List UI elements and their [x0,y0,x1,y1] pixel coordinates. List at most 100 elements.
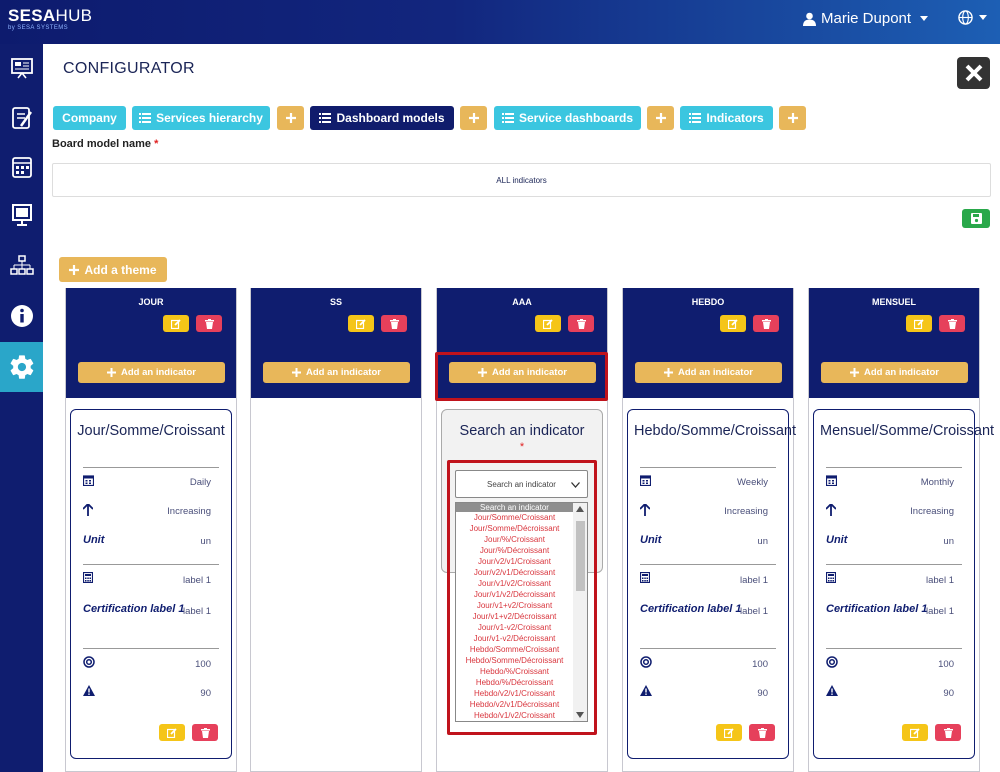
dropdown-option[interactable]: Hebdo/%/Croissant [456,666,573,677]
dropdown-option[interactable]: Jour/%/Croissant [456,534,573,545]
edit-theme-button[interactable] [720,315,746,332]
edit-theme-button[interactable] [906,315,932,332]
divider [640,467,776,468]
sidebar-item-hierarchy[interactable] [0,244,43,288]
add-theme-button[interactable]: Add a theme [59,257,167,282]
dropdown-option[interactable]: Jour/v2/v1/Croissant [456,556,573,567]
search-indicator-title: Search an indicator [459,423,585,439]
sidebar-item-projector[interactable] [0,193,43,237]
theme-header: SS Add an indicator [251,288,421,398]
tab-services-hierarchy-label: Services hierarchy [156,111,263,125]
search-indicator-placeholder: Search an indicator [487,479,556,489]
scroll-down-arrow-icon[interactable] [576,712,584,718]
unit-value: un [943,536,954,547]
unit-label: Unit [826,534,848,546]
search-indicator-select[interactable]: Search an indicator [455,470,588,498]
tab-dashboard-models[interactable]: Dashboard models [310,106,454,130]
add-indicator-button[interactable]: Add an indicator [263,362,410,383]
dropdown-option[interactable]: Jour/Somme/Croissant [456,512,573,523]
plus-icon [850,368,860,377]
dropdown-option[interactable]: Hebdo/Somme/Croissant [456,644,573,655]
delete-indicator-button[interactable] [935,724,961,741]
sesahub-logo[interactable]: SESAHUB by SESA SYSTEMS [8,7,92,31]
tab-company[interactable]: Company [53,106,126,130]
delete-theme-button[interactable] [753,315,779,332]
add-indicator-tab-button[interactable] [779,106,806,130]
add-dashboard-model-button[interactable] [460,106,487,130]
alert-value: 90 [757,688,768,699]
dropdown-option[interactable]: Jour/Somme/Décroissant [456,523,573,534]
dropdown-option[interactable]: Hebdo/v2/v1/Croissant [456,688,573,699]
dropdown-option[interactable]: Hebdo/v2/v1/Décroissant [456,699,573,710]
tab-company-label: Company [62,111,117,125]
certification-label: Certification label 1 [83,603,185,615]
dropdown-scrollbar[interactable] [573,503,587,721]
globe-icon [958,10,973,25]
dropdown-option[interactable]: Hebdo/%/Décroissant [456,677,573,688]
tab-services-hierarchy[interactable]: Services hierarchy [132,106,270,130]
scrollbar-thumb[interactable] [576,521,585,591]
tab-indicators[interactable]: Indicators [680,106,773,130]
sidebar-item-calendar[interactable] [0,145,43,189]
dropdown-option[interactable]: Hebdo/Somme/Décroissant [456,655,573,666]
edit-theme-button[interactable] [535,315,561,332]
scroll-up-arrow-icon[interactable] [576,506,584,512]
user-menu[interactable]: Marie Dupont [803,10,929,27]
edit-indicator-button[interactable] [902,724,928,741]
edit-theme-button[interactable] [163,315,189,332]
dropdown-option[interactable]: Jour/v1+v2/Décroissant [456,611,573,622]
dropdown-option[interactable]: Jour/v2/v1/Décroissant [456,567,573,578]
edit-indicator-button[interactable] [716,724,742,741]
add-indicator-button[interactable]: Add an indicator [635,362,782,383]
delete-theme-button[interactable] [196,315,222,332]
add-indicator-button[interactable]: Add an indicator [78,362,225,383]
highlight-add-indicator [435,352,608,401]
indicator-card: Hebdo/Somme/Croissant Weekly Increasing … [627,409,796,759]
list-icon [139,113,152,123]
theme-title: MENSUEL [871,297,916,307]
tab-service-dashboards[interactable]: Service dashboards [494,106,641,130]
dropdown-option[interactable]: Jour/v1/v2/Croissant [456,578,573,589]
list-icon [501,113,514,123]
board-model-name-input[interactable]: ALL indicators [52,163,991,197]
sidebar-item-info[interactable] [0,294,43,338]
label-value: label 1 [183,575,211,586]
page-title: CONFIGURATOR [63,60,195,77]
dropdown-option[interactable]: Jour/v1+v2/Croissant [456,600,573,611]
certification-label: Certification label 1 [826,603,928,615]
save-button[interactable] [962,209,990,228]
warning-icon [83,685,95,699]
dropdown-option[interactable]: Hebdo/v1/v2/Croissant [456,710,573,721]
delete-theme-button[interactable] [939,315,965,332]
dropdown-option[interactable]: Jour/v1-v2/Décroissant [456,633,573,644]
logo-text-bold: SESA [8,6,56,25]
add-service-dashboard-button[interactable] [647,106,674,130]
edit-icon [728,318,738,329]
dropdown-option[interactable]: Jour/v1-v2/Croissant [456,622,573,633]
delete-indicator-button[interactable] [749,724,775,741]
delete-theme-button[interactable] [568,315,594,332]
user-icon [803,12,816,26]
delete-theme-button[interactable] [381,315,407,332]
dropdown-option[interactable]: Search an indicator [456,503,573,512]
calculator-icon [825,571,837,586]
dropdown-option[interactable]: Jour/v1/v2/Décroissant [456,589,573,600]
close-button[interactable] [957,57,990,89]
arrow-up-icon [82,503,94,519]
sidebar-item-checklist[interactable] [0,96,43,140]
frequency-value: Weekly [737,477,768,488]
edit-indicator-button[interactable] [159,724,185,741]
language-menu[interactable] [958,10,987,25]
dropdown-option[interactable]: Jour/%/Décroissant [456,545,573,556]
trash-icon [943,727,953,738]
edit-theme-button[interactable] [348,315,374,332]
add-service-button[interactable] [277,106,304,130]
sidebar-item-configurator[interactable] [0,342,43,392]
direction-value: Increasing [724,506,768,517]
indicator-options-list[interactable]: Search an indicator Jour/Somme/Croissant J… [455,502,588,722]
add-indicator-button[interactable]: Add an indicator [821,362,968,383]
frequency-value: Daily [189,477,211,488]
theme-column-mensuel: MENSUEL Add an indicator Mensuel/Somme/C… [808,288,994,772]
sidebar-item-boards[interactable] [0,46,43,90]
delete-indicator-button[interactable] [192,724,218,741]
